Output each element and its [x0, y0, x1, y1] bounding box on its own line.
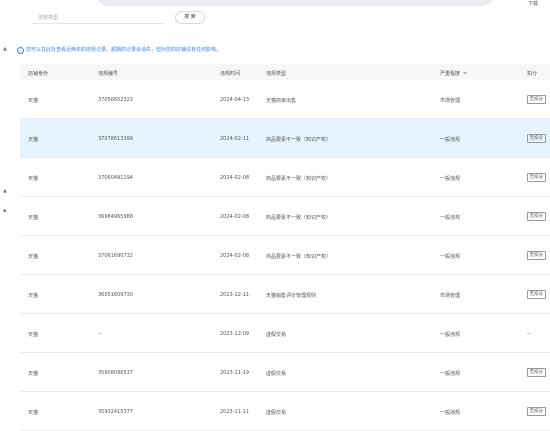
table-row[interactable]: 天猫 36984965988 2024-02-08 商品要素不一致（知识产权） 一般违规… — [20, 197, 550, 236]
deduct-tag: 无扣分 — [527, 407, 546, 416]
cell-date: 2023-11-11 — [220, 409, 250, 415]
cell-violation-id: 37078613399 — [98, 136, 133, 142]
cell-severity: 一般违规 — [440, 137, 461, 143]
table-header: 店铺身份 违规编号 违规时间 违规类型 严重程度 扣分 — [20, 64, 550, 80]
cell-shop: 天猫 — [28, 98, 39, 104]
table-row[interactable]: 天猫 37060491194 2024-02-08 商品要素不一致（知识产权） 一般违规… — [20, 158, 550, 197]
filter-icon[interactable] — [463, 72, 468, 75]
table-body: 天猫 37056652323 2024-04-13 天猫商家出售 市场管理 无扣分 天猫 37… — [20, 80, 550, 431]
table-row[interactable]: 天猫 36051609730 2023-12-11 天猫销售评价管理规则 市场管理 无扣分 — [20, 275, 550, 314]
cell-severity: 一般违规 — [440, 215, 461, 221]
cell-shop: 天猫 — [28, 293, 39, 299]
cell-severity: 一般违规 — [440, 371, 461, 377]
cell-violation-type: 天猫商家出售 — [266, 98, 297, 104]
notice-text: 您可以在此处查看近两年的违规记录。超期的记录会消失，但对您的店铺没有任何影响。 — [26, 47, 222, 53]
collapse-caret-icon[interactable]: ▲ — [3, 188, 7, 194]
cell-violation-id: 35908096537 — [98, 370, 133, 376]
side-marker-icon: ▪ — [3, 208, 7, 214]
cell-violation-id: 35932415377 — [98, 409, 133, 415]
deduct-tag: 无扣分 — [527, 212, 546, 221]
violation-type-filter[interactable]: 违规类型 — [32, 10, 164, 24]
table-row[interactable]: 天猫 37056652323 2024-04-13 天猫商家出售 市场管理 无扣分 — [20, 80, 550, 119]
cell-severity: 市场管理 — [440, 293, 461, 299]
cell-violation-id: 36051609730 — [98, 292, 133, 298]
cell-shop: 天猫 — [28, 371, 39, 377]
cell-date: 2024-02-08 — [220, 253, 250, 259]
violation-table: 店铺身份 违规编号 违规时间 违规类型 严重程度 扣分 天猫 3705665232… — [20, 64, 550, 431]
column-header-date: 违规时间 — [220, 71, 241, 77]
cell-severity: 一般违规 — [440, 254, 461, 260]
notice-banner: i 您可以在此处查看近两年的违规记录。超期的记录会消失，但对您的店铺没有任何影响。 — [17, 46, 221, 54]
cell-violation-type: 商品要素不一致（知识产权） — [266, 176, 332, 182]
cell-violation-type: 商品要素不一致（知识产权） — [266, 137, 332, 143]
cell-violation-type: 虚假交易 — [266, 410, 287, 416]
column-header-id: 违规编号 — [98, 71, 119, 77]
cell-deduct: -- — [527, 331, 531, 337]
cell-violation-id: -- — [98, 331, 102, 337]
column-header-deduct: 扣分 — [527, 71, 538, 77]
cell-date: 2024-02-08 — [220, 214, 250, 220]
top-bar: 下载 — [0, 0, 550, 8]
cell-violation-id: 36984965988 — [98, 214, 133, 220]
table-row[interactable]: 天猫 37061690732 2024-02-08 商品要素不一致（知识产权） 一般违规… — [20, 236, 550, 275]
deduct-tag: 无扣分 — [527, 251, 546, 260]
column-header-shop: 店铺身份 — [28, 71, 49, 77]
cell-severity: 市场管理 — [440, 98, 461, 104]
collapse-caret-icon[interactable]: ▲ — [3, 46, 7, 52]
cell-shop: 天猫 — [28, 410, 39, 416]
deduct-tag: 无扣分 — [527, 134, 546, 143]
table-row[interactable]: 天猫 35932415377 2023-11-11 虚假交易 一般违规 无扣分 — [20, 392, 550, 431]
cell-severity: 一般违规 — [440, 410, 461, 416]
cell-date: 2023-11-19 — [220, 370, 250, 376]
table-row[interactable]: 天猫 35908096537 2023-11-19 虚假交易 一般违规 无扣分 — [20, 353, 550, 392]
info-icon: i — [17, 47, 24, 54]
cell-date: 2024-04-13 — [220, 97, 250, 103]
deduct-tag: 无扣分 — [527, 173, 546, 182]
cell-severity: 一般违规 — [440, 176, 461, 182]
cell-date: 2023-12-09 — [220, 331, 250, 337]
download-link[interactable]: 下载 — [528, 0, 538, 7]
column-header-severity: 严重程度 — [440, 70, 468, 77]
cell-violation-type: 商品要素不一致（知识产权） — [266, 215, 332, 221]
filter-row: 违规类型 搜 索 — [32, 10, 550, 24]
cell-shop: 天猫 — [28, 137, 39, 143]
cell-violation-id: 37061690732 — [98, 253, 133, 259]
cell-date: 2023-12-11 — [220, 292, 250, 298]
cell-shop: 天猫 — [28, 215, 39, 221]
deduct-tag: 无扣分 — [527, 95, 546, 104]
column-header-severity-label: 严重程度 — [440, 71, 461, 77]
table-row[interactable]: 天猫 -- 2023-12-09 虚假交易 一般违规 -- — [20, 314, 550, 353]
top-tab-shape — [95, 0, 495, 6]
cell-violation-type: 虚假交易 — [266, 332, 287, 338]
deduct-tag: 无扣分 — [527, 368, 546, 377]
cell-violation-id: 37060491194 — [98, 175, 133, 181]
violation-type-placeholder: 违规类型 — [38, 15, 59, 21]
search-button[interactable]: 搜 索 — [175, 11, 205, 24]
table-row[interactable]: 天猫 37078613399 2024-02-11 商品要素不一致（知识产权） 一般违规… — [20, 119, 550, 158]
column-header-type: 违规类型 — [266, 71, 287, 77]
cell-date: 2024-02-08 — [220, 175, 250, 181]
cell-severity: 一般违规 — [440, 332, 461, 338]
cell-violation-id: 37056652323 — [98, 97, 133, 103]
cell-violation-type: 商品要素不一致（知识产权） — [266, 254, 332, 260]
cell-date: 2024-02-11 — [220, 136, 250, 142]
cell-shop: 天猫 — [28, 176, 39, 182]
cell-shop: 天猫 — [28, 254, 39, 260]
cell-shop: 天猫 — [28, 332, 39, 338]
deduct-tag: 无扣分 — [527, 290, 546, 299]
cell-violation-type: 天猫销售评价管理规则 — [266, 293, 317, 299]
cell-violation-type: 虚假交易 — [266, 371, 287, 377]
